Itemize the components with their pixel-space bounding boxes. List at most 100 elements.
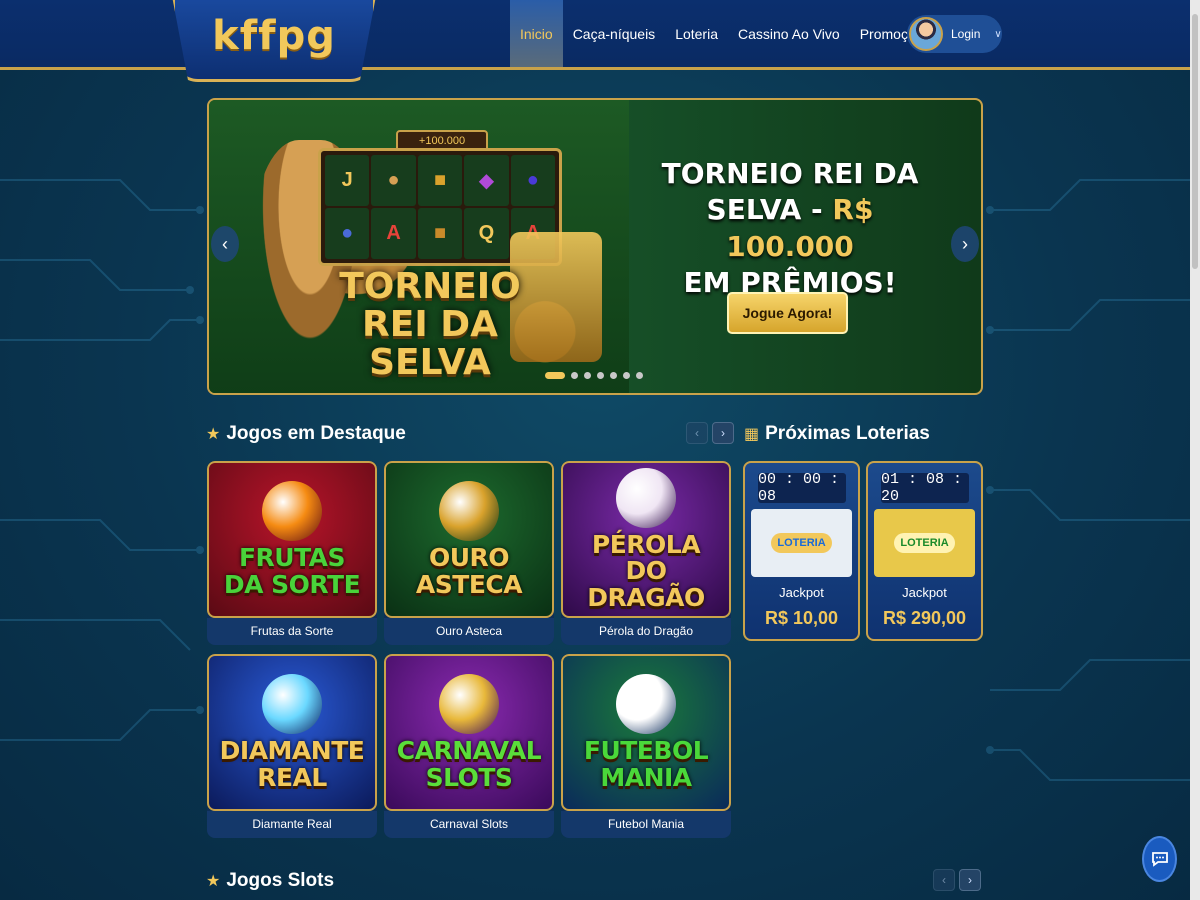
game-art-title: CARNAVAL SLOTS: [396, 736, 542, 792]
game-art-line1: FUTEBOL: [583, 736, 709, 766]
game-card[interactable]: DIAMANTE REAL Diamante Real: [207, 654, 377, 838]
game-art-line1: CARNAVAL: [396, 736, 542, 766]
login-button[interactable]: Login ∨: [907, 15, 1002, 53]
featured-title-text: Jogos em Destaque: [226, 423, 406, 444]
carousel-dot[interactable]: [623, 372, 630, 379]
jackpot-value: R$ 10,00: [764, 608, 839, 628]
nav-item-cassino-ao-vivo[interactable]: Cassino Ao Vivo: [728, 0, 850, 67]
chat-button[interactable]: [1142, 836, 1177, 882]
star-icon: ★: [206, 426, 221, 443]
game-card[interactable]: OURO ASTECA Ouro Asteca: [384, 461, 554, 645]
game-name[interactable]: Ouro Asteca: [384, 618, 554, 645]
slot-symbol: ●: [510, 155, 555, 206]
game-art-title: FRUTAS DA SORTE: [223, 543, 361, 599]
lottery-logo: LOTERIA: [751, 509, 852, 577]
featured-prev-button[interactable]: ‹: [686, 422, 708, 444]
game-art-line1: DIAMANTE: [219, 736, 365, 766]
play-now-button[interactable]: Jogue Agora!: [727, 292, 848, 334]
lotteries-title: ▦ Próximas Loterias: [744, 423, 930, 445]
banner-prev-button[interactable]: ‹: [211, 226, 239, 262]
top-header: kffpg Inicio Caça-níqueis Loteria Cassin…: [0, 0, 1200, 82]
game-art-line1: FRUTAS: [238, 543, 346, 573]
jackpot-label: Jackpot: [779, 585, 824, 600]
game-name[interactable]: Pérola do Dragão: [561, 618, 731, 645]
chevron-left-icon: ‹: [222, 233, 228, 254]
banner-logo-line1: TORNEIO: [339, 266, 521, 307]
game-art-line2: ASTECA: [415, 569, 523, 599]
game-thumbnail[interactable]: PÉROLA DO DRAGÃO: [561, 461, 731, 618]
game-thumbnail[interactable]: FRUTAS DA SORTE: [207, 461, 377, 618]
lottery-card[interactable]: 00 : 00 : 08 LOTERIA Jackpot R$ 10,00: [743, 461, 860, 641]
lottery-countdown: 01 : 08 : 20: [881, 471, 969, 505]
soccer-ball-icon: [616, 674, 676, 735]
slots-next-button[interactable]: ›: [959, 869, 981, 891]
featured-games-title: ★ Jogos em Destaque: [206, 423, 406, 445]
slot-symbol: ●: [325, 208, 370, 259]
game-thumbnail[interactable]: OURO ASTECA: [384, 461, 554, 618]
game-thumbnail[interactable]: DIAMANTE REAL: [207, 654, 377, 811]
slots-section-title: ★ Jogos Slots: [206, 870, 334, 892]
logo-text: kffpg: [212, 12, 336, 59]
promo-headline: TORNEIO REI DA SELVA - R$ 100.000 EM PRÊ…: [650, 156, 930, 302]
game-card[interactable]: FRUTAS DA SORTE Frutas da Sorte: [207, 461, 377, 645]
game-card[interactable]: CARNAVAL SLOTS Carnaval Slots: [384, 654, 554, 838]
main-nav: Inicio Caça-níqueis Loteria Cassino Ao V…: [510, 0, 941, 67]
promo-line2-white: SELVA -: [706, 193, 833, 227]
banner-logo-line2: REI DA SELVA: [362, 303, 498, 383]
banner-game-logo: TORNEIO REI DA SELVA: [318, 268, 542, 381]
site-logo[interactable]: kffpg: [172, 0, 376, 82]
slots-nav: ‹ ›: [933, 869, 981, 891]
slot-symbol: ●: [371, 155, 416, 206]
calendar-icon: ▦: [744, 426, 760, 443]
scrollbar-thumb[interactable]: [1192, 14, 1198, 269]
slot-symbol: A: [371, 208, 416, 259]
game-art-line2: SLOTS: [425, 762, 513, 792]
game-art-line1: OURO: [428, 543, 510, 573]
game-name[interactable]: Carnaval Slots: [384, 811, 554, 838]
game-art-title: FUTEBOL MANIA: [583, 736, 709, 791]
game-name[interactable]: Diamante Real: [207, 811, 377, 838]
slot-symbol: ■: [417, 155, 463, 206]
lottery-logo: LOTERIA: [874, 509, 975, 577]
lotteries-title-text: Próximas Loterias: [765, 423, 930, 444]
chevron-right-icon: ›: [962, 233, 968, 254]
promo-line1: TORNEIO REI DA: [661, 157, 919, 190]
carnival-mask-icon: [439, 674, 499, 735]
nav-item-caca-niqueis[interactable]: Caça-níqueis: [563, 0, 666, 67]
carousel-dot[interactable]: [610, 372, 617, 379]
game-art-line2: DA SORTE: [223, 569, 361, 599]
game-art-line1: PÉROLA: [591, 530, 701, 560]
game-thumbnail[interactable]: CARNAVAL SLOTS: [384, 654, 554, 811]
jackpot-value: R$ 290,00: [882, 608, 967, 628]
game-card[interactable]: FUTEBOL MANIA Futebol Mania: [561, 654, 731, 838]
chevron-down-icon: ∨: [994, 28, 1002, 40]
slot-symbol: Q: [464, 208, 509, 259]
avatar: [909, 17, 943, 51]
page-scrollbar[interactable]: [1190, 0, 1200, 900]
login-label: Login: [951, 27, 981, 41]
carousel-dot[interactable]: [571, 372, 578, 379]
pearl-dragon-icon: [616, 468, 676, 529]
game-name[interactable]: Frutas da Sorte: [207, 618, 377, 645]
lottery-card[interactable]: 01 : 08 : 20 LOTERIA Jackpot R$ 290,00: [866, 461, 983, 641]
game-art-title: OURO ASTECA: [415, 543, 523, 599]
game-thumbnail[interactable]: FUTEBOL MANIA: [561, 654, 731, 811]
nav-item-loteria[interactable]: Loteria: [665, 0, 728, 67]
game-card[interactable]: PÉROLA DO DRAGÃO Pérola do Dragão: [561, 461, 731, 645]
jackpot-label: Jackpot: [902, 585, 947, 600]
banner-next-button[interactable]: ›: [951, 226, 979, 262]
carousel-dot[interactable]: [597, 372, 604, 379]
game-art-line2: REAL: [257, 762, 327, 792]
carousel-dot[interactable]: [584, 372, 591, 379]
chat-icon: [1151, 852, 1168, 867]
game-name[interactable]: Futebol Mania: [561, 811, 731, 838]
slots-title-text: Jogos Slots: [226, 870, 335, 891]
carousel-dot[interactable]: [636, 372, 643, 379]
game-art-line2: DO DRAGÃO: [587, 556, 705, 612]
featured-next-button[interactable]: ›: [712, 422, 734, 444]
fruit-icon: [262, 481, 322, 542]
nav-item-inicio[interactable]: Inicio: [510, 0, 563, 67]
carousel-dot[interactable]: [545, 372, 565, 379]
slots-prev-button[interactable]: ‹: [933, 869, 955, 891]
aztec-mask-icon: [439, 481, 499, 542]
